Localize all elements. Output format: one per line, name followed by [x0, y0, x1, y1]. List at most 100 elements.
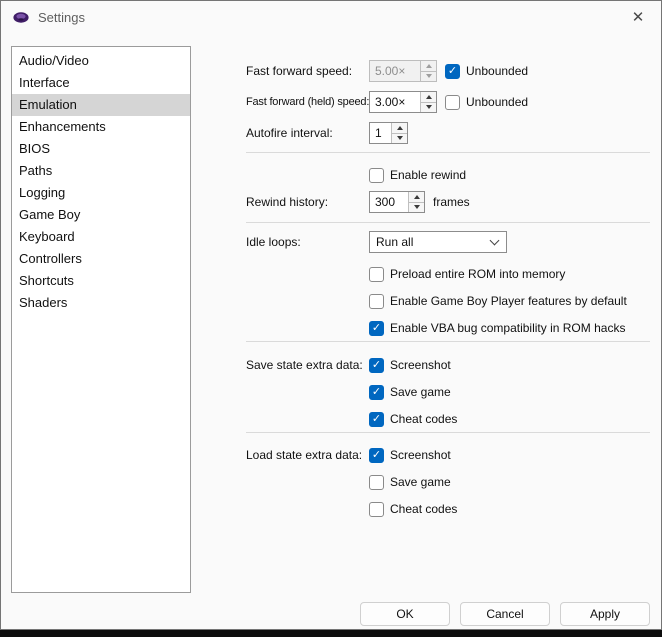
checkbox-icon: ✓: [369, 267, 384, 282]
settings-window: Settings ✕ Audio/Video Interface Emulati…: [0, 0, 662, 630]
fast-forward-held-speed-row: Fast forward (held) speed: 3.00× ✓ Unbou…: [246, 90, 650, 114]
ok-button[interactable]: OK: [360, 602, 450, 626]
load-state-row: Load state extra data: ✓ Screenshot: [246, 443, 650, 467]
sidebar-item-game-boy[interactable]: Game Boy: [12, 204, 190, 226]
checkbox-label: Cheat codes: [390, 412, 457, 426]
sidebar-item-emulation[interactable]: Emulation: [12, 94, 190, 116]
separator: [246, 432, 650, 433]
sidebar-item-keyboard[interactable]: Keyboard: [12, 226, 190, 248]
idle-loops-dropdown[interactable]: Run all: [369, 231, 507, 253]
cancel-button[interactable]: Cancel: [460, 602, 550, 626]
checkbox-label: Enable VBA bug compatibility in ROM hack…: [390, 321, 625, 335]
spin-up-button[interactable]: [392, 123, 407, 133]
save-cheatcodes-checkbox[interactable]: ✓ Cheat codes: [369, 412, 457, 427]
checkbox-label: Enable rewind: [390, 168, 466, 182]
save-savegame-checkbox[interactable]: ✓ Save game: [369, 385, 451, 400]
checkbox-icon: ✓: [445, 64, 460, 79]
load-screenshot-checkbox[interactable]: ✓ Screenshot: [369, 448, 451, 463]
sidebar-item-paths[interactable]: Paths: [12, 160, 190, 182]
sidebar-item-shaders[interactable]: Shaders: [12, 292, 190, 314]
fast-forward-held-speed-spinbox[interactable]: 3.00×: [369, 91, 437, 113]
checkbox-label: Unbounded: [466, 95, 528, 109]
spin-down-button[interactable]: [421, 102, 436, 113]
fast-forward-unbounded-checkbox[interactable]: ✓ Unbounded: [445, 64, 528, 79]
titlebar[interactable]: Settings ✕: [1, 1, 661, 33]
rewind-history-value: 300: [370, 192, 408, 212]
checkbox-icon: ✓: [369, 412, 384, 427]
apply-button[interactable]: Apply: [560, 602, 650, 626]
preload-rom-row: ✓ Preload entire ROM into memory: [369, 262, 650, 286]
chevron-down-icon: [490, 236, 500, 246]
fast-forward-held-speed-value: 3.00×: [370, 92, 420, 112]
fast-forward-speed-label: Fast forward speed:: [246, 64, 369, 78]
load-cheatcodes-checkbox[interactable]: ✓ Cheat codes: [369, 502, 457, 517]
screenshot-root: Settings ✕ Audio/Video Interface Emulati…: [0, 0, 662, 637]
autofire-interval-spinbox[interactable]: 1: [369, 122, 408, 144]
spin-up-icon: [397, 126, 403, 130]
save-state-label: Save state extra data:: [246, 358, 369, 372]
checkbox-label: Screenshot: [390, 448, 451, 462]
spin-buttons: [420, 61, 436, 81]
spin-down-icon: [414, 205, 420, 209]
spin-buttons: [420, 92, 436, 112]
spin-down-icon: [426, 105, 432, 109]
check-icon: ✓: [372, 387, 381, 398]
sidebar-item-audio-video[interactable]: Audio/Video: [12, 50, 190, 72]
spin-buttons: [391, 123, 407, 143]
save-screenshot-checkbox[interactable]: ✓ Screenshot: [369, 358, 451, 373]
gb-player-checkbox[interactable]: ✓ Enable Game Boy Player features by def…: [369, 294, 627, 309]
fast-forward-speed-row: Fast forward speed: 5.00× ✓ Unbounded: [246, 59, 650, 83]
window-title: Settings: [38, 10, 85, 25]
load-savegame-checkbox[interactable]: ✓ Save game: [369, 475, 451, 490]
autofire-interval-row: Autofire interval: 1: [246, 121, 650, 145]
spin-up-button[interactable]: [409, 192, 424, 202]
load-cheatcodes-row: ✓ Cheat codes: [369, 497, 650, 521]
rewind-history-spinbox[interactable]: 300: [369, 191, 425, 213]
separator: [246, 152, 650, 153]
check-icon: ✓: [372, 450, 381, 461]
checkbox-icon: ✓: [369, 294, 384, 309]
idle-loops-selected-value: Run all: [376, 235, 413, 249]
check-icon: ✓: [372, 360, 381, 371]
save-state-row: Save state extra data: ✓ Screenshot: [246, 353, 650, 377]
spin-up-button[interactable]: [421, 92, 436, 102]
check-icon: ✓: [372, 414, 381, 425]
rewind-history-label: Rewind history:: [246, 195, 369, 209]
spin-down-button[interactable]: [409, 202, 424, 213]
spin-down-icon: [397, 136, 403, 140]
close-button[interactable]: ✕: [615, 1, 661, 33]
spin-up-icon: [426, 95, 432, 99]
preload-rom-checkbox[interactable]: ✓ Preload entire ROM into memory: [369, 267, 565, 282]
rewind-history-row: Rewind history: 300 frames: [246, 190, 650, 214]
load-state-label: Load state extra data:: [246, 448, 369, 462]
spin-down-button[interactable]: [392, 133, 407, 144]
sidebar-item-controllers[interactable]: Controllers: [12, 248, 190, 270]
spin-up-button: [421, 61, 436, 71]
spin-down-icon: [426, 74, 432, 78]
separator: [246, 222, 650, 223]
check-icon: ✓: [448, 66, 457, 77]
separator: [246, 341, 650, 342]
checkbox-label: Cheat codes: [390, 502, 457, 516]
idle-loops-label: Idle loops:: [246, 235, 369, 249]
checkbox-icon: ✓: [369, 448, 384, 463]
spin-down-button: [421, 71, 436, 82]
sidebar-item-interface[interactable]: Interface: [12, 72, 190, 94]
gb-player-row: ✓ Enable Game Boy Player features by def…: [369, 289, 650, 313]
fast-forward-held-unbounded-checkbox[interactable]: ✓ Unbounded: [445, 95, 528, 110]
checkbox-label: Save game: [390, 385, 451, 399]
emulation-panel: Fast forward speed: 5.00× ✓ Unbounded Fa…: [246, 46, 650, 556]
sidebar-item-logging[interactable]: Logging: [12, 182, 190, 204]
spin-up-icon: [426, 64, 432, 68]
vba-bug-checkbox[interactable]: ✓ Enable VBA bug compatibility in ROM ha…: [369, 321, 625, 336]
enable-rewind-checkbox[interactable]: ✓ Enable rewind: [369, 168, 466, 183]
checkbox-icon: ✓: [369, 475, 384, 490]
checkbox-icon: ✓: [369, 321, 384, 336]
frames-suffix-label: frames: [433, 195, 470, 209]
checkbox-icon: ✓: [369, 502, 384, 517]
sidebar-item-enhancements[interactable]: Enhancements: [12, 116, 190, 138]
sidebar-item-bios[interactable]: BIOS: [12, 138, 190, 160]
sidebar-item-shortcuts[interactable]: Shortcuts: [12, 270, 190, 292]
mgba-app-icon: [13, 9, 29, 25]
bottom-edge: [0, 630, 662, 637]
